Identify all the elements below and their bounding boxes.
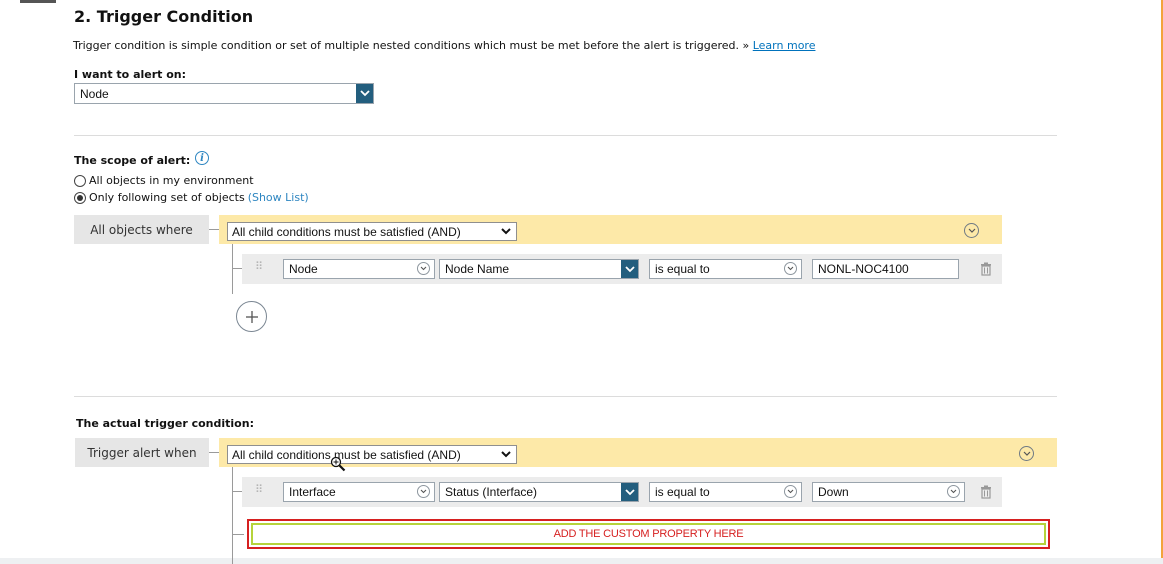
custom-property-placeholder[interactable]: ADD THE CUSTOM PROPERTY HERE [247, 519, 1050, 549]
connector-line [209, 452, 219, 453]
trigger-value-text: Down [818, 485, 849, 499]
scope-group-value: All child conditions must be satisfied (… [232, 225, 461, 239]
trigger-object-select[interactable]: Interface [283, 482, 435, 502]
section-description: Trigger condition is simple condition or… [73, 39, 815, 52]
top-left-mark [20, 0, 56, 3]
radio-all-objects-label: All objects in my environment [89, 174, 254, 187]
trigger-field-select[interactable]: Status (Interface) [439, 482, 639, 502]
radio-following-objects-label: Only following set of objects [89, 191, 245, 204]
tree-branch [232, 534, 244, 535]
where-label-box: All objects where [74, 215, 209, 244]
scope-value-text: NONL-NOC4100 [818, 262, 909, 276]
section-title: 2. Trigger Condition [74, 7, 254, 26]
scope-object-select[interactable]: Node [283, 259, 435, 279]
trigger-object-value: Interface [289, 485, 336, 499]
trigger-field-value: Status (Interface) [445, 485, 538, 499]
trash-icon[interactable] [980, 262, 992, 279]
drag-handle-icon[interactable]: ⠿ [255, 262, 263, 273]
custom-property-inner: ADD THE CUSTOM PROPERTY HERE [251, 523, 1046, 545]
trigger-operator-select[interactable]: is equal to [649, 482, 802, 502]
trigger-when-label: Trigger alert when [87, 445, 197, 460]
scope-field-select[interactable]: Node Name [439, 259, 639, 279]
radio-following-objects[interactable]: Only following set of objects (Show List… [74, 191, 309, 204]
show-list-link[interactable]: (Show List) [248, 191, 309, 204]
alert-on-select[interactable]: Node [74, 83, 374, 104]
chevron-circle-down-icon [784, 485, 797, 498]
description-text: Trigger condition is simple condition or… [73, 39, 750, 52]
chevron-down-icon [621, 483, 638, 501]
connector-line [209, 229, 219, 230]
trigger-group-select[interactable]: All child conditions must be satisfied (… [227, 445, 517, 464]
tree-line [232, 244, 233, 294]
trigger-when-box: Trigger alert when [75, 438, 209, 467]
chevron-down-icon [501, 451, 511, 458]
scope-group-select[interactable]: All child conditions must be satisfied (… [227, 222, 517, 241]
trigger-group-value: All child conditions must be satisfied (… [232, 448, 461, 462]
chevron-circle-down-icon [417, 262, 430, 275]
alert-on-label: I want to alert on: [74, 68, 187, 81]
chevron-circle-down-icon[interactable] [964, 223, 979, 238]
alert-on-value: Node [80, 87, 109, 101]
bottom-band [0, 558, 1163, 564]
radio-all-objects[interactable]: All objects in my environment [74, 174, 254, 187]
section-divider [74, 396, 1057, 397]
chevron-down-icon [356, 84, 373, 103]
trigger-operator-value: is equal to [655, 485, 710, 499]
section-divider [74, 135, 1057, 136]
info-icon[interactable]: i [195, 151, 209, 165]
tree-line [232, 467, 233, 564]
scope-label: The scope of alert: [74, 154, 191, 167]
scope-field-value: Node Name [445, 262, 510, 276]
trigger-value-select[interactable]: Down [812, 482, 965, 502]
trash-icon[interactable] [980, 485, 992, 502]
where-label: All objects where [90, 222, 193, 237]
custom-property-note: ADD THE CUSTOM PROPERTY HERE [553, 528, 744, 540]
chevron-circle-down-icon [784, 262, 797, 275]
trigger-label: The actual trigger condition: [76, 417, 254, 430]
scope-operator-select[interactable]: is equal to [649, 259, 802, 279]
drag-handle-icon[interactable]: ⠿ [255, 485, 263, 496]
learn-more-link[interactable]: Learn more [753, 39, 816, 52]
scope-object-value: Node [289, 262, 318, 276]
chevron-circle-down-icon[interactable] [1019, 446, 1034, 461]
tree-branch [232, 491, 242, 492]
radio-all-objects-icon[interactable] [74, 174, 86, 187]
zoom-cursor-icon [330, 456, 346, 475]
chevron-down-icon [621, 260, 638, 278]
scope-value-input[interactable]: NONL-NOC4100 [812, 259, 959, 279]
chevron-circle-down-icon [417, 485, 430, 498]
tree-branch [232, 268, 242, 269]
chevron-down-icon [501, 228, 511, 235]
scope-operator-value: is equal to [655, 262, 710, 276]
chevron-circle-down-icon [947, 485, 960, 498]
plus-circle-icon[interactable] [236, 301, 267, 332]
radio-following-objects-icon[interactable] [74, 191, 86, 204]
